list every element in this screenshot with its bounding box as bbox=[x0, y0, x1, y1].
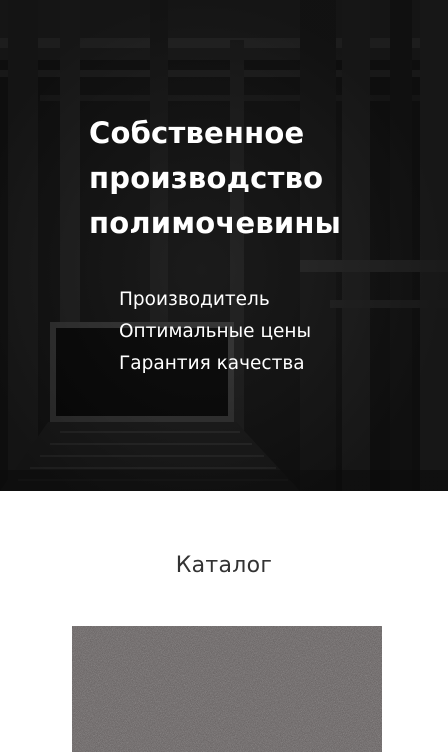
feature-item-quality: Гарантия качества bbox=[119, 353, 305, 374]
catalog-product-card[interactable] bbox=[72, 626, 382, 752]
hero-title-line: Собственное bbox=[89, 116, 305, 150]
hero-title-line: полимочевины bbox=[89, 206, 342, 240]
hero-title-line: производство bbox=[89, 161, 324, 195]
catalog-product-image bbox=[72, 626, 382, 752]
feature-item-producer: Производитель bbox=[119, 289, 270, 310]
hero-title: Собственное производство полимочевины bbox=[89, 111, 409, 246]
hero-features-list: Производитель Оптимальные цены Гарантия … bbox=[119, 284, 311, 380]
hero-section: Собственное производство полимочевины Пр… bbox=[0, 0, 448, 491]
feature-item-prices: Оптимальные цены bbox=[119, 321, 312, 342]
page: Собственное производство полимочевины Пр… bbox=[0, 0, 448, 752]
catalog-title: Каталог bbox=[175, 553, 273, 578]
